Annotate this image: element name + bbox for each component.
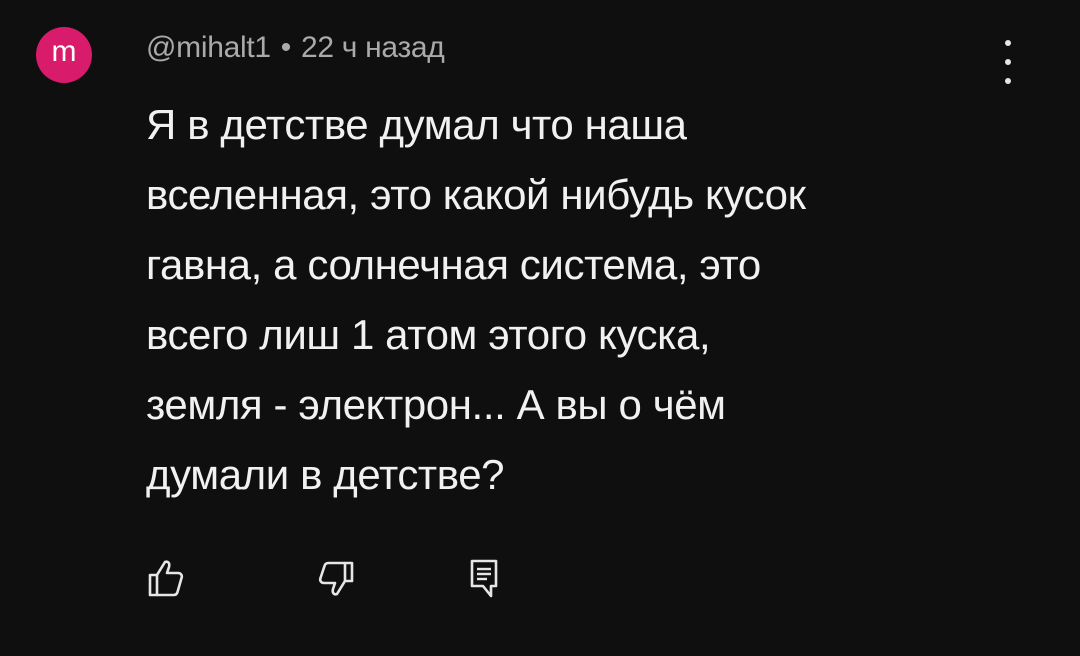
comment-line: гавна, а солнечная система, это [146, 241, 761, 288]
thumb-down-icon [318, 561, 354, 596]
like-button[interactable] [146, 556, 186, 600]
comment-time[interactable]: 22 ч назад [301, 31, 445, 65]
dislike-button[interactable] [316, 556, 356, 600]
comment-line: вселенная, это какой нибудь кусок [146, 171, 806, 218]
comment-meta: @mihalt1 • 22 ч назад [146, 28, 445, 68]
reply-button[interactable] [464, 556, 504, 600]
avatar[interactable]: m [36, 27, 92, 83]
meta-separator: • [280, 31, 292, 64]
author-handle[interactable]: @mihalt1 [146, 31, 271, 65]
menu-dot [1005, 59, 1011, 65]
comment-text: Я в детстве думал что наша вселенная, эт… [146, 90, 1026, 510]
reply-comment-icon [470, 559, 498, 598]
menu-dot [1005, 40, 1011, 46]
comment-card: m @mihalt1 • 22 ч назад Я в детстве дума… [0, 0, 1080, 656]
menu-dot [1005, 78, 1011, 84]
thumb-up-icon [148, 560, 184, 597]
more-vert-icon[interactable] [988, 40, 1028, 84]
comment-actions [146, 556, 546, 600]
comment-line: земля - электрон... А вы о чём [146, 381, 726, 428]
comment-line: Я в детстве думал что наша [146, 101, 687, 148]
avatar-letter: m [51, 35, 77, 68]
comment-line: всего лиш 1 атом этого куска, [146, 311, 711, 358]
comment-line: думали в детстве? [146, 451, 505, 498]
